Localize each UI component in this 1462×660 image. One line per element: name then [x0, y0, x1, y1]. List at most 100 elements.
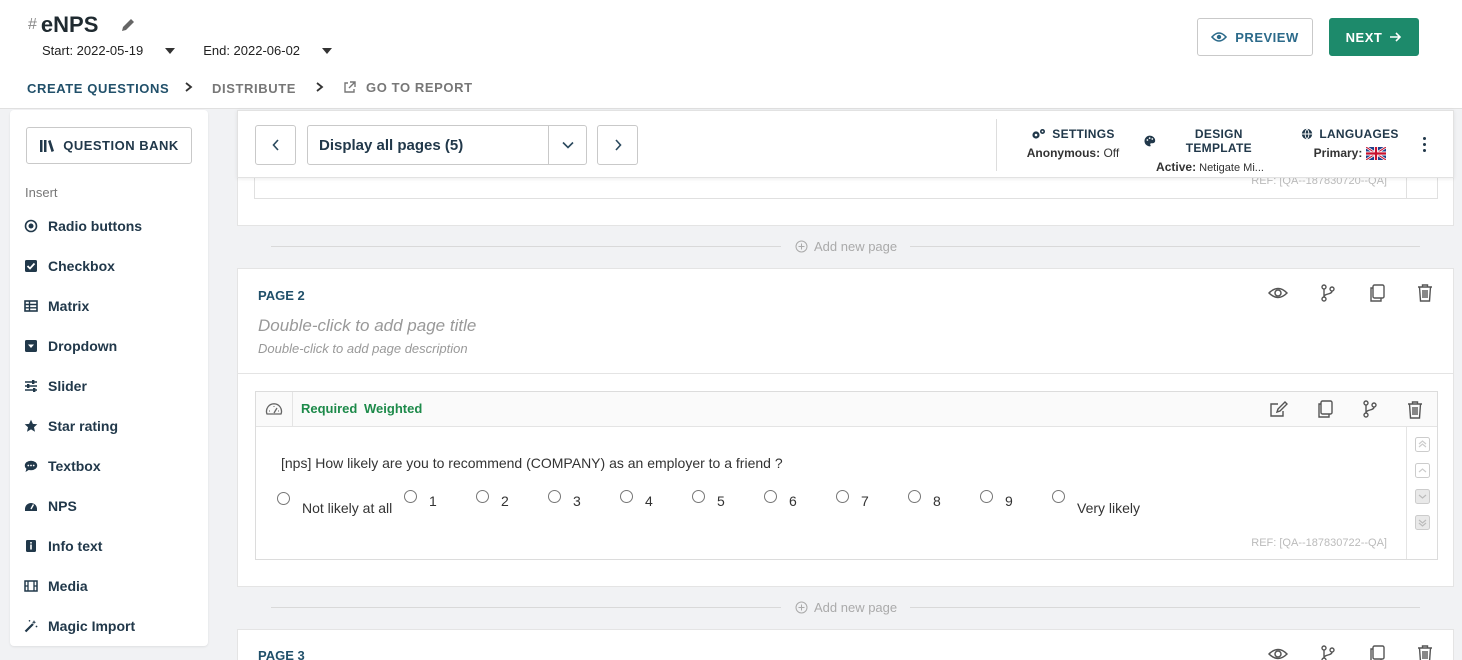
add-new-page-label: Add new page — [814, 600, 898, 615]
nps-option-label: 2 — [501, 493, 509, 509]
insert-info-text[interactable]: Info text — [10, 526, 208, 566]
insert-media-label: Media — [48, 578, 88, 594]
nps-option-label: 7 — [861, 493, 869, 509]
nps-radio-10[interactable] — [1052, 490, 1065, 503]
slider-icon — [25, 380, 37, 392]
end-date-label: End: 2022-06-02 — [203, 43, 301, 58]
nps-radio-0[interactable] — [277, 492, 290, 505]
external-link-icon — [344, 81, 356, 93]
nps-radio-3[interactable] — [548, 490, 561, 503]
move-up-icon[interactable] — [1415, 463, 1430, 478]
insert-slider[interactable]: Slider — [10, 366, 208, 406]
page-3-card: PAGE 3 — [237, 629, 1454, 660]
chevron-right-icon — [185, 82, 193, 92]
chevron-down-icon — [561, 141, 574, 149]
page-3-label: PAGE 3 — [258, 648, 305, 660]
page-delete-trash-icon[interactable] — [1417, 283, 1433, 307]
question-bank-button[interactable]: QUESTION BANK — [26, 127, 192, 164]
insert-slider-label: Slider — [48, 378, 87, 394]
insert-nps[interactable]: NPS — [10, 486, 208, 526]
page-preview-eye-icon[interactable] — [1267, 645, 1289, 660]
page-2-title-placeholder[interactable]: Double-click to add page title — [258, 316, 476, 336]
add-page-line — [271, 246, 781, 247]
nps-option-label: 5 — [717, 493, 725, 509]
nps-radio-4[interactable] — [620, 490, 633, 503]
question-logic-branch-icon[interactable] — [1362, 400, 1378, 423]
nps-radio-1[interactable] — [404, 490, 417, 503]
page-2-card: PAGE 2 Double-click to add page title Do… — [237, 268, 1454, 587]
survey-title-row: # eNPS — [28, 12, 136, 38]
more-options-icon[interactable] — [1423, 137, 1426, 152]
page-logic-branch-icon[interactable] — [1320, 645, 1336, 660]
magic-wand-icon — [24, 620, 38, 633]
nps-options: Not likely at all 1 2 3 4 5 6 7 8 9 Very… — [256, 488, 1406, 528]
page-logic-branch-icon[interactable] — [1320, 284, 1336, 307]
preview-button[interactable]: PREVIEW — [1197, 18, 1313, 56]
nps-radio-2[interactable] — [476, 490, 489, 503]
move-down-icon[interactable] — [1415, 489, 1430, 504]
design-template-control[interactable]: DESIGN TEMPLATE Active: Netigate Mi... — [1144, 127, 1276, 174]
star-icon — [24, 419, 38, 432]
nps-radio-9[interactable] — [980, 490, 993, 503]
edit-pencil-icon[interactable] — [120, 17, 136, 33]
add-new-page-button[interactable]: Add new page — [795, 600, 897, 615]
question-header: Required Weighted — [256, 392, 1437, 427]
insert-textbox-label: Textbox — [48, 458, 101, 474]
question-text: [nps] How likely are you to recommend (C… — [281, 455, 783, 471]
prev-page-button[interactable] — [255, 125, 296, 165]
add-page-line — [910, 607, 1420, 608]
next-label: NEXT — [1345, 29, 1383, 45]
page-2-description-placeholder[interactable]: Double-click to add page description — [258, 341, 468, 356]
tab-create-questions-label: CREATE QUESTIONS — [27, 81, 170, 96]
tab-distribute-label: DISTRIBUTE — [212, 81, 296, 96]
insert-textbox[interactable]: Textbox — [10, 446, 208, 486]
page-header-divider — [238, 373, 1453, 374]
start-date-select[interactable]: Start: 2022-05-19 — [42, 43, 176, 58]
page-display-toggle[interactable] — [548, 126, 586, 164]
next-button[interactable]: NEXT — [1329, 18, 1419, 56]
nps-question-box[interactable]: Required Weighted [nps] How likely are y… — [255, 391, 1438, 560]
move-to-top-icon[interactable] — [1415, 437, 1430, 452]
question-move-controls — [1406, 427, 1437, 559]
nps-radio-5[interactable] — [692, 490, 705, 503]
insert-magic-import-label: Magic Import — [48, 618, 136, 634]
tab-create-questions[interactable]: CREATE QUESTIONS — [27, 80, 169, 111]
insert-matrix[interactable]: Matrix — [10, 286, 208, 326]
nps-radio-8[interactable] — [908, 490, 921, 503]
tab-go-to-report[interactable]: GO TO REPORT — [343, 80, 473, 95]
settings-control[interactable]: SETTINGS Anonymous: Off — [1026, 127, 1120, 160]
nps-option-label: Very likely — [1077, 500, 1141, 516]
page-copy-icon[interactable] — [1369, 645, 1385, 660]
edit-question-icon[interactable] — [1269, 400, 1289, 423]
insert-dropdown[interactable]: Dropdown — [10, 326, 208, 366]
nps-option-label: 1 — [429, 493, 437, 509]
delete-question-trash-icon[interactable] — [1407, 400, 1423, 424]
insert-dropdown-label: Dropdown — [48, 338, 118, 354]
page-display-select[interactable]: Display all pages (5) — [307, 125, 587, 165]
move-to-bottom-icon[interactable] — [1415, 515, 1430, 530]
nps-radio-7[interactable] — [836, 490, 849, 503]
insert-radio-buttons[interactable]: Radio buttons — [10, 206, 208, 246]
insert-magic-import[interactable]: Magic Import — [10, 606, 208, 646]
nps-option-label: 9 — [1005, 493, 1013, 509]
page-delete-trash-icon[interactable] — [1417, 644, 1433, 660]
insert-star-rating[interactable]: Star rating — [10, 406, 208, 446]
radio-icon — [24, 219, 38, 233]
caret-down-icon — [165, 47, 176, 54]
copy-question-icon[interactable] — [1317, 400, 1333, 423]
insert-media[interactable]: Media — [10, 566, 208, 606]
insert-checkbox[interactable]: Checkbox — [10, 246, 208, 286]
dropdown-icon — [25, 340, 37, 352]
gears-icon — [1032, 129, 1046, 139]
page-preview-eye-icon[interactable] — [1267, 284, 1289, 307]
preview-label: PREVIEW — [1235, 29, 1299, 45]
add-new-page-button[interactable]: Add new page — [795, 239, 897, 254]
globe-icon — [1302, 128, 1313, 140]
checkbox-icon — [25, 260, 37, 272]
page-copy-icon[interactable] — [1369, 284, 1385, 307]
end-date-select[interactable]: End: 2022-06-02 — [203, 43, 333, 58]
nps-radio-6[interactable] — [764, 490, 777, 503]
languages-control[interactable]: LANGUAGES Primary: — [1300, 127, 1400, 160]
tab-distribute[interactable]: DISTRIBUTE — [212, 80, 296, 98]
next-page-button[interactable] — [597, 125, 638, 165]
